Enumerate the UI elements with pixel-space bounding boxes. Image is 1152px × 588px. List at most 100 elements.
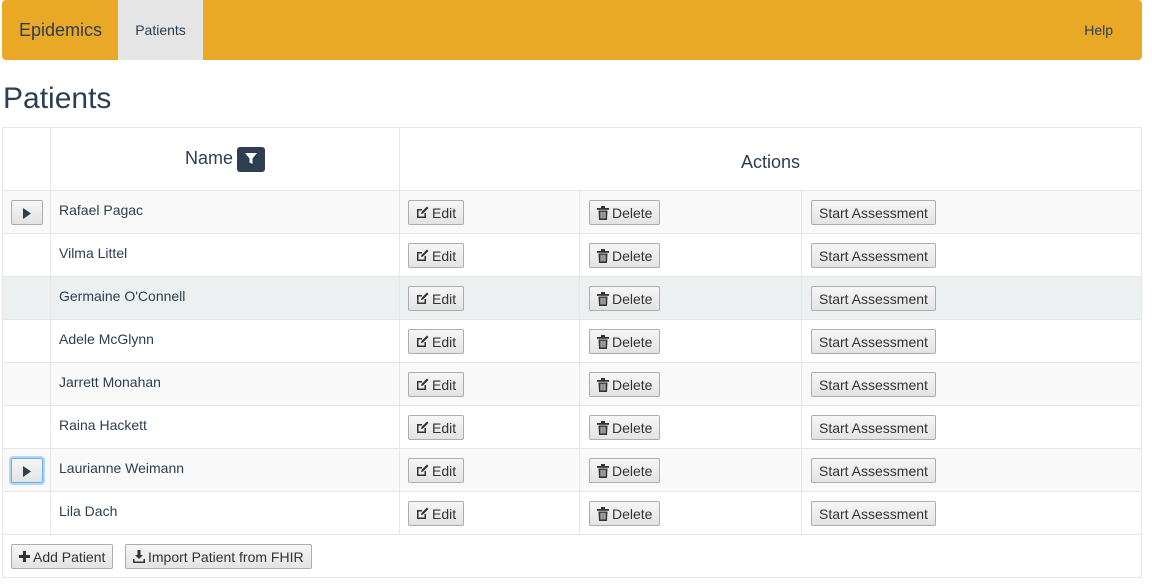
- page-title: Patients: [3, 82, 112, 115]
- edit-label: Edit: [432, 505, 457, 522]
- start-assessment-button[interactable]: Start Assessment: [811, 458, 936, 483]
- table-row: Adele McGlynn Edit Delete Start Assessment: [3, 320, 1141, 363]
- name-cell: Laurianne Weimann: [51, 449, 400, 491]
- name-filter-button[interactable]: [237, 147, 265, 172]
- delete-cell: Delete: [580, 363, 802, 405]
- patient-name: Vilma Littel: [59, 245, 128, 261]
- start-assessment-button[interactable]: Start Assessment: [811, 200, 936, 225]
- delete-label: Delete: [612, 376, 653, 393]
- table-row: Jarrett Monahan Edit Delete Start Assessmen…: [3, 363, 1141, 406]
- edit-button[interactable]: Edit: [408, 243, 465, 268]
- nav-help-link[interactable]: Help: [1084, 22, 1113, 38]
- edit-button[interactable]: Edit: [408, 372, 465, 397]
- edit-cell: Edit: [400, 320, 580, 362]
- edit-button[interactable]: Edit: [408, 415, 465, 440]
- patient-name: Lila Dach: [59, 503, 118, 519]
- delete-cell: Delete: [580, 492, 802, 534]
- delete-cell: Delete: [580, 191, 802, 233]
- delete-button[interactable]: Delete: [589, 458, 661, 483]
- delete-button[interactable]: Delete: [589, 501, 661, 526]
- start-assessment-button[interactable]: Start Assessment: [811, 243, 936, 268]
- edit-cell: Edit: [400, 492, 580, 534]
- start-cell: Start Assessment: [802, 191, 1141, 233]
- start-cell: Start Assessment: [802, 234, 1141, 276]
- header-name-column: Name: [51, 128, 400, 191]
- start-assessment-button[interactable]: Start Assessment: [811, 372, 936, 397]
- edit-icon: [416, 249, 429, 262]
- edit-button[interactable]: Edit: [408, 200, 465, 225]
- patient-name: Raina Hackett: [59, 417, 147, 433]
- start-assessment-label: Start Assessment: [819, 505, 928, 522]
- table-row: Rafael Pagac Edit Delete Start Assessment: [3, 191, 1141, 234]
- caret-right-icon: [23, 208, 31, 219]
- start-assessment-label: Start Assessment: [819, 333, 928, 350]
- expand-cell: [3, 406, 51, 448]
- start-cell: Start Assessment: [802, 492, 1141, 534]
- patient-name: Laurianne Weimann: [59, 460, 185, 476]
- delete-button[interactable]: Delete: [589, 286, 661, 311]
- start-assessment-button[interactable]: Start Assessment: [811, 329, 936, 354]
- add-patient-label: Add Patient: [33, 548, 106, 565]
- delete-label: Delete: [612, 204, 653, 221]
- edit-cell: Edit: [400, 406, 580, 448]
- start-assessment-label: Start Assessment: [819, 462, 928, 479]
- delete-cell: Delete: [580, 449, 802, 491]
- delete-label: Delete: [612, 290, 653, 307]
- edit-button[interactable]: Edit: [408, 501, 465, 526]
- patient-name: Jarrett Monahan: [59, 374, 161, 390]
- brand-link[interactable]: Epidemics: [19, 20, 102, 41]
- delete-label: Delete: [612, 462, 653, 479]
- start-cell: Start Assessment: [802, 320, 1141, 362]
- name-cell: Germaine O'Connell: [51, 277, 400, 319]
- trash-icon: [597, 463, 609, 478]
- delete-label: Delete: [612, 505, 653, 522]
- expand-cell: [3, 492, 51, 534]
- edit-button[interactable]: Edit: [408, 286, 465, 311]
- nav-tab-patients[interactable]: Patients: [118, 0, 203, 60]
- import-fhir-button[interactable]: Import Patient from FHIR: [125, 544, 312, 569]
- expand-row-button[interactable]: [11, 458, 43, 483]
- edit-label: Edit: [432, 247, 457, 264]
- add-patient-button[interactable]: Add Patient: [11, 544, 114, 569]
- start-assessment-button[interactable]: Start Assessment: [811, 415, 936, 440]
- delete-cell: Delete: [580, 320, 802, 362]
- table-row: Raina Hackett Edit Delete Start Assessment: [3, 406, 1141, 449]
- edit-cell: Edit: [400, 234, 580, 276]
- start-assessment-button[interactable]: Start Assessment: [811, 501, 936, 526]
- name-cell: Vilma Littel: [51, 234, 400, 276]
- patient-name: Adele McGlynn: [59, 331, 154, 347]
- trash-icon: [597, 420, 609, 435]
- edit-icon: [416, 378, 429, 391]
- edit-icon: [416, 507, 429, 520]
- header-name-label: Name: [185, 148, 234, 168]
- delete-button[interactable]: Delete: [589, 372, 661, 397]
- header-actions-label: Actions: [740, 152, 801, 172]
- expand-cell: [3, 191, 51, 233]
- table-footer: Add Patient Import Patient from FHIR: [3, 535, 1141, 577]
- name-cell: Adele McGlynn: [51, 320, 400, 362]
- delete-button[interactable]: Delete: [589, 329, 661, 354]
- edit-button[interactable]: Edit: [408, 458, 465, 483]
- delete-cell: Delete: [580, 277, 802, 319]
- expand-cell: [3, 234, 51, 276]
- table-header: Name Actions: [3, 128, 1141, 191]
- edit-icon: [416, 206, 429, 219]
- delete-button[interactable]: Delete: [589, 200, 661, 225]
- patient-name: Germaine O'Connell: [59, 288, 186, 304]
- delete-button[interactable]: Delete: [589, 243, 661, 268]
- start-assessment-button[interactable]: Start Assessment: [811, 286, 936, 311]
- trash-icon: [597, 205, 609, 220]
- delete-button[interactable]: Delete: [589, 415, 661, 440]
- edit-icon: [416, 464, 429, 477]
- start-cell: Start Assessment: [802, 449, 1141, 491]
- trash-icon: [597, 377, 609, 392]
- edit-icon: [416, 421, 429, 434]
- start-cell: Start Assessment: [802, 277, 1141, 319]
- edit-button[interactable]: Edit: [408, 329, 465, 354]
- start-cell: Start Assessment: [802, 363, 1141, 405]
- name-cell: Jarrett Monahan: [51, 363, 400, 405]
- import-fhir-label: Import Patient from FHIR: [148, 548, 304, 565]
- name-cell: Lila Dach: [51, 492, 400, 534]
- expand-cell: [3, 277, 51, 319]
- expand-row-button[interactable]: [11, 200, 43, 225]
